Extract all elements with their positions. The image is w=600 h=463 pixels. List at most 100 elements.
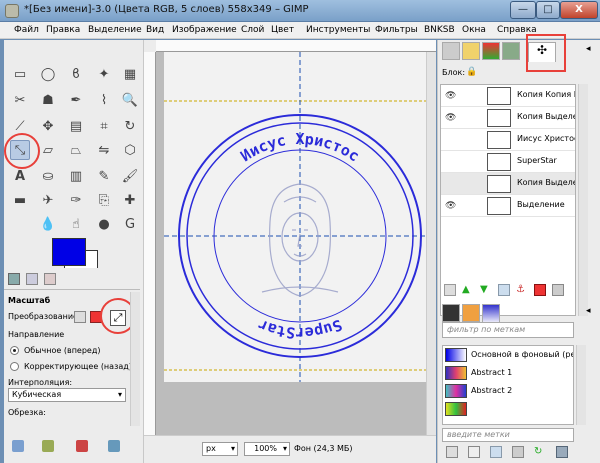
gradient-item[interactable]: Основной в фоновый (резк (443, 346, 573, 364)
channels-tab-icon[interactable] (482, 42, 500, 60)
blur-icon[interactable]: 💧 (38, 214, 58, 234)
tool-options-scrollbar[interactable] (130, 292, 140, 426)
new-gradient-icon[interactable] (468, 446, 480, 458)
eye-icon[interactable]: 👁 (445, 91, 456, 101)
scissors-icon[interactable]: ✂ (10, 90, 30, 110)
layer-row[interactable]: 👁 Копия Выделение (441, 107, 575, 129)
layer-row[interactable]: 👁 Выделение (441, 195, 575, 217)
brushes-palette-tab-icon[interactable] (442, 304, 460, 322)
color-select-icon[interactable]: ▦ (120, 64, 140, 84)
raise-layer-icon[interactable]: ▲ (462, 284, 474, 296)
flip-icon[interactable]: ⇋ (94, 140, 114, 160)
fuzzy-select-icon[interactable]: ✦ (94, 64, 114, 84)
crop-icon[interactable]: ⌗ (94, 116, 114, 136)
gradients-tab-icon[interactable] (482, 304, 500, 324)
layer-row[interactable]: Копия Выделение # (441, 173, 575, 195)
rotate-icon[interactable]: ↻ (120, 116, 140, 136)
new-layer-icon[interactable] (444, 284, 456, 296)
zoom-icon[interactable]: 🔍 (120, 90, 140, 110)
edit-gradient-icon[interactable] (446, 446, 458, 458)
delete-gradient-icon[interactable] (512, 446, 524, 458)
mask-layer-icon[interactable] (534, 284, 546, 296)
clone-icon[interactable]: ⎘ (94, 190, 114, 210)
ellipse-select-icon[interactable]: ◯ (38, 64, 58, 84)
interpolation-select[interactable]: Кубическая ▾ (8, 388, 126, 402)
rect-select-icon[interactable]: ▭ (10, 64, 30, 84)
gradients-dock-menu-icon[interactable]: ◂ (586, 306, 591, 316)
color-picker-icon[interactable]: ⌇ (94, 90, 114, 110)
dodge-burn-icon[interactable]: ● (94, 214, 114, 234)
menu-select[interactable]: Выделение (88, 25, 142, 35)
device-status-tab-icon[interactable] (26, 273, 38, 285)
layer-row[interactable]: 👁 Копия Копия Выделе (441, 85, 575, 107)
menu-bnksb[interactable]: BNKSB (424, 25, 455, 35)
horizontal-ruler[interactable] (156, 40, 436, 52)
foreground-select-icon[interactable]: ☗ (38, 90, 58, 110)
transform-layer-icon[interactable] (74, 311, 86, 323)
heal-icon[interactable]: ✚ (120, 190, 140, 210)
menu-filters[interactable]: Фильтры (375, 25, 418, 35)
menu-color[interactable]: Цвет (271, 25, 294, 35)
layers-tab-icon[interactable] (442, 42, 460, 60)
undo-tab-icon[interactable] (462, 42, 480, 60)
maximize-button[interactable]: □ (536, 1, 560, 19)
layers-scrollbar[interactable] (578, 84, 588, 316)
patterns-tab-icon[interactable] (462, 304, 480, 322)
delete-layer-icon[interactable] (552, 284, 564, 296)
anchor-layer-icon[interactable]: ⚓ (516, 284, 528, 296)
menu-image[interactable]: Изображение (172, 25, 237, 35)
close-button[interactable]: X (560, 1, 598, 19)
gradient-filter-input[interactable]: фильтр по меткам (442, 322, 574, 338)
bucket-fill-icon[interactable]: ⛀ (38, 166, 58, 186)
eraser-icon[interactable]: ▬ (10, 190, 30, 210)
move-icon[interactable]: ✥ (38, 116, 58, 136)
duplicate-gradient-icon[interactable] (490, 446, 502, 458)
gradient-item[interactable] (443, 400, 573, 418)
unit-select[interactable]: px ▾ (202, 442, 238, 456)
lower-layer-icon[interactable]: ▼ (480, 284, 492, 296)
menu-file[interactable]: Файл (14, 25, 39, 35)
canvas-vertical-scrollbar[interactable] (426, 52, 436, 435)
canvas-viewport[interactable]: Иисус Христос SuperStar (156, 52, 436, 435)
cage-icon[interactable]: ⬡ (120, 140, 140, 160)
gradient-item[interactable]: Abstract 2 (443, 382, 573, 400)
pencil-icon[interactable]: ✎ (94, 166, 114, 186)
shear-icon[interactable]: ▱ (38, 140, 58, 160)
menu-edit[interactable]: Правка (46, 25, 80, 35)
align-icon[interactable]: ▤ (66, 116, 86, 136)
direction-corrective-radio[interactable] (10, 362, 19, 371)
layer-row[interactable]: SuperStar (441, 151, 575, 173)
menu-view[interactable]: Вид (146, 25, 164, 35)
vertical-ruler[interactable] (144, 52, 156, 447)
eye-icon[interactable]: 👁 (445, 113, 456, 123)
eye-icon[interactable]: 👁 (445, 201, 456, 211)
open-as-image-icon[interactable] (556, 446, 568, 458)
menu-layer[interactable]: Слой (241, 25, 264, 35)
ink-icon[interactable]: ✑ (66, 190, 86, 210)
layer-row[interactable]: Иисус Христос (441, 129, 575, 151)
smudge-icon[interactable]: ☝ (66, 214, 86, 234)
zoom-select[interactable]: 100% ▾ (244, 442, 290, 456)
reset-options-icon[interactable] (108, 440, 120, 452)
image-canvas[interactable]: Иисус Христос SuperStar (164, 52, 431, 382)
duplicate-layer-icon[interactable] (498, 284, 510, 296)
paths-icon[interactable]: ✒ (66, 90, 86, 110)
menu-tools[interactable]: Инструменты (306, 25, 370, 35)
lock-icon[interactable]: 🔒 (466, 67, 477, 77)
restore-options-icon[interactable] (42, 440, 54, 452)
dock-menu-icon[interactable]: ◂ (586, 44, 591, 54)
perspective-icon[interactable]: ⏢ (66, 140, 86, 160)
undo-history-tab-icon[interactable] (44, 273, 56, 285)
refresh-gradients-icon[interactable]: ↻ (534, 446, 546, 458)
tool-options-tab-icon[interactable] (8, 273, 20, 285)
minimize-button[interactable]: — (510, 1, 536, 19)
foreground-color-swatch[interactable] (52, 238, 86, 266)
gradient-tag-input[interactable]: введите метки (442, 428, 574, 442)
direction-normal-radio[interactable] (10, 346, 19, 355)
text-icon[interactable]: A (10, 166, 30, 186)
blend-icon[interactable]: ▥ (66, 166, 86, 186)
delete-options-icon[interactable] (76, 440, 88, 452)
gradient-item[interactable]: Abstract 1 (443, 364, 573, 382)
gradient-scrollbar[interactable] (576, 345, 586, 425)
menu-windows[interactable]: Окна (462, 25, 486, 35)
